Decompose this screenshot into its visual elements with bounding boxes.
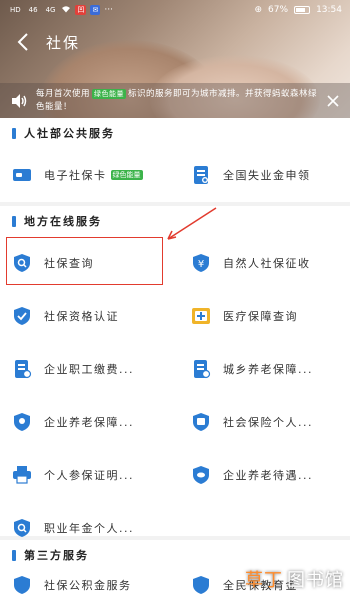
section-title: 地方在线服务	[0, 206, 350, 236]
service-item-label: 全国失业金申领	[223, 168, 311, 182]
document-icon	[194, 165, 208, 184]
section-local-services: 地方在线服务 社保查询 ¥ 自然人社保征收 社保资格认证 医疗保障查询 企业职工…	[0, 206, 350, 537]
service-item-label: 社会保险个人...	[223, 415, 313, 429]
service-item-enterprise-payment[interactable]: 企业职工缴费...	[0, 342, 175, 395]
service-item-label: 企业职工缴费...	[44, 362, 134, 376]
shield-icon	[193, 465, 209, 484]
medical-icon	[192, 307, 210, 324]
service-item-urban-rural-pension[interactable]: 城乡养老保障...	[175, 342, 350, 395]
printer-icon	[13, 465, 31, 484]
notice-text: 每月首次使用 绿色能量 标识的服务即可为城市减排。并获得蚂蚁森林绿色能量！	[36, 88, 318, 114]
section-bar	[12, 549, 16, 561]
green-energy-tag: 绿色能量	[92, 88, 127, 99]
service-item-natural-person-collection[interactable]: ¥ 自然人社保征收	[175, 236, 350, 289]
close-icon[interactable]	[326, 94, 340, 108]
section-title: 人社部公共服务	[0, 118, 350, 148]
service-item-label: 社保公积金服务	[44, 579, 132, 592]
watermark-text: 图书馆	[287, 570, 344, 591]
app-notification-icon: 凹	[75, 5, 87, 15]
back-icon[interactable]	[12, 31, 34, 53]
nav-bar: 社保	[0, 22, 350, 62]
service-item-label: 社保资格认证	[44, 309, 119, 323]
service-item-social-insurance-personal[interactable]: 社会保险个人...	[175, 395, 350, 448]
battery-icon	[294, 6, 311, 14]
search-icon	[14, 253, 30, 272]
more-icon: ···	[104, 5, 113, 15]
search-icon	[14, 518, 30, 537]
yuan-shield-icon: ¥	[193, 253, 209, 272]
alarm-icon: ⊕	[254, 5, 263, 15]
notice-text-part: 每月首次使用	[36, 88, 91, 99]
status-network-label: HD	[10, 6, 21, 14]
battery-percent: 67%	[268, 5, 289, 15]
service-item-label: 企业养老待遇...	[223, 468, 313, 482]
document-icon	[15, 359, 32, 378]
section-bar	[12, 127, 16, 139]
section-public-services: 人社部公共服务 电子社保卡 绿色能量 全国失业金申领	[0, 118, 350, 202]
status-network-label: 4G	[45, 6, 56, 14]
section-bar	[12, 215, 16, 227]
service-item-label: 个人参保证明...	[44, 468, 134, 482]
speaker-icon	[12, 93, 27, 108]
notice-banner: 每月首次使用 绿色能量 标识的服务即可为城市减排。并获得蚂蚁森林绿色能量！	[0, 83, 350, 118]
verify-shield-icon	[14, 306, 30, 325]
watermark-accent: 草丁	[245, 570, 283, 591]
service-item-label: 职业年金个人...	[44, 521, 134, 535]
status-time: 13:54	[316, 5, 342, 15]
service-item-eligibility-verification[interactable]: 社保资格认证	[0, 289, 175, 342]
shield-icon	[193, 412, 209, 431]
watermark-logo: 草丁 图书馆	[245, 566, 344, 592]
document-icon	[194, 359, 211, 378]
service-item-label: 企业养老保障...	[44, 415, 134, 429]
service-item-electronic-card[interactable]: 电子社保卡 绿色能量	[0, 148, 175, 201]
status-network-label: 46	[28, 6, 38, 14]
service-item-medical-query[interactable]: 医疗保障查询	[175, 289, 350, 342]
service-item-enterprise-pension[interactable]: 企业养老保障...	[0, 395, 175, 448]
service-item-label: 社保查询	[44, 256, 94, 270]
shield-icon	[14, 412, 30, 431]
section-title-text: 人社部公共服务	[24, 127, 115, 140]
service-item-label: 城乡养老保障...	[223, 362, 313, 376]
shield-icon	[193, 576, 209, 594]
service-item-pension-benefits[interactable]: 企业养老待遇...	[175, 448, 350, 501]
service-item-label: 电子社保卡	[44, 168, 107, 182]
section-title-text: 地方在线服务	[24, 215, 102, 228]
app-notification-icon: ✉	[90, 5, 101, 15]
page-title: 社保	[46, 33, 81, 52]
status-bar: HD 46 4G 凹 ✉ ··· ⊕ 67% 13:54	[0, 0, 350, 20]
shield-icon	[14, 576, 30, 594]
section-title-text: 第三方服务	[24, 549, 89, 562]
svg-text:¥: ¥	[198, 259, 204, 270]
service-item-label: 医疗保障查询	[223, 309, 298, 323]
green-energy-tag: 绿色能量	[110, 169, 143, 180]
service-item-label: 自然人社保征收	[223, 256, 311, 270]
service-item-unemployment[interactable]: 全国失业金申领	[175, 148, 350, 201]
service-item-insurance-certificate[interactable]: 个人参保证明...	[0, 448, 175, 501]
service-item-social-security-query[interactable]: 社保查询	[0, 236, 175, 289]
wifi-icon	[61, 5, 71, 16]
card-icon	[13, 168, 31, 181]
service-item-provident-fund[interactable]: 社保公积金服务	[0, 570, 175, 600]
